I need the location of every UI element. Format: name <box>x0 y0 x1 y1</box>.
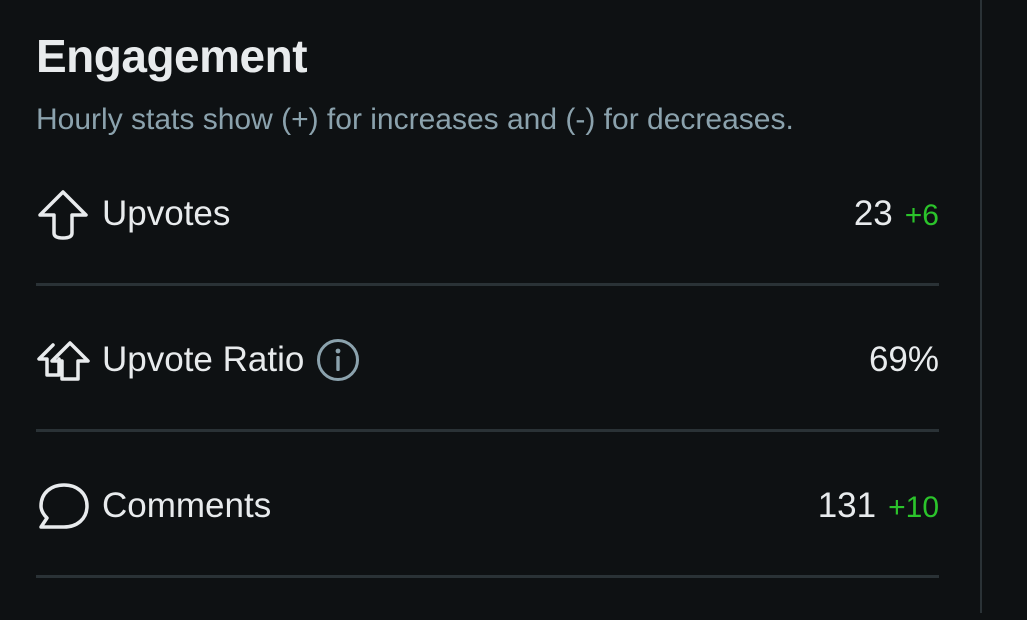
row-divider <box>36 429 939 432</box>
stat-label: Upvote Ratio <box>102 340 305 379</box>
stat-row-upvote-ratio: Upvote Ratio 69% <box>36 328 939 474</box>
upvote-arrow-icon <box>36 187 90 241</box>
section-title: Engagement <box>36 30 308 82</box>
stat-delta: +10 <box>888 491 939 524</box>
row-divider <box>36 575 939 578</box>
info-icon[interactable] <box>316 338 360 382</box>
row-divider <box>36 283 939 286</box>
stat-value-group: 131 +10 <box>818 486 939 526</box>
upvote-ratio-icon <box>36 333 90 387</box>
section-subtitle: Hourly stats show (+) for increases and … <box>36 103 794 136</box>
stat-value-group: 69% <box>869 340 939 380</box>
stat-value: 69% <box>868 340 939 379</box>
stat-label: Upvotes <box>102 194 231 233</box>
stat-value: 23 <box>853 194 893 233</box>
stat-row-upvotes: Upvotes 23 +6 <box>36 182 939 328</box>
stat-delta: +6 <box>904 199 939 232</box>
stat-value: 131 <box>817 486 877 525</box>
stat-value-group: 23 +6 <box>854 194 939 234</box>
engagement-panel: Engagement Hourly stats show (+) for inc… <box>0 0 980 613</box>
comment-bubble-icon <box>36 479 90 533</box>
stat-label: Comments <box>102 486 272 525</box>
stat-row-comments: Comments 131 +10 <box>36 474 939 620</box>
panel-border <box>980 0 982 613</box>
